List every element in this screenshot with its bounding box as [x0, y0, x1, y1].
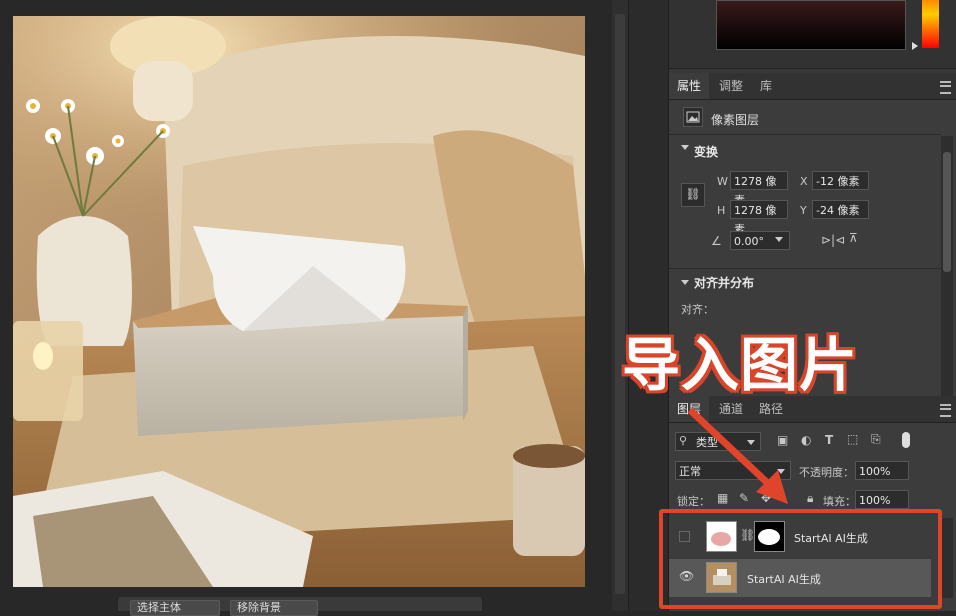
flip-horizontal-icon[interactable]: ⊳|⊲: [821, 233, 845, 247]
layers-scrollbar[interactable]: [941, 518, 953, 598]
angle-dropdown-icon[interactable]: [775, 237, 783, 242]
lock-icon[interactable]: 🔒︎: [807, 491, 813, 506]
panel-menu-icon[interactable]: [940, 81, 951, 94]
annotation-arrow: [687, 407, 788, 504]
fill-field[interactable]: 100%: [855, 490, 909, 509]
remove-background-button[interactable]: 移除背景: [230, 600, 318, 616]
scrollbar-thumb[interactable]: [943, 152, 951, 272]
align-label: 对齐：: [681, 303, 714, 316]
x-field[interactable]: -12 像素: [812, 171, 869, 190]
transform-title: 变换: [694, 145, 719, 159]
opacity-field[interactable]: 100%: [855, 461, 909, 480]
fill-label: 填充：: [823, 495, 856, 508]
link-icon[interactable]: ⛓: [681, 183, 705, 207]
tab-adjustments[interactable]: 调整: [713, 73, 749, 99]
y-label: Y: [800, 204, 807, 217]
filter-shape-icon[interactable]: ⬚: [847, 432, 858, 446]
filter-type-icon[interactable]: T: [825, 433, 833, 447]
chevron-down-icon[interactable]: [681, 145, 689, 150]
h-label: H: [717, 204, 726, 217]
select-subject-button[interactable]: 选择主体: [130, 600, 220, 616]
hue-slider-handle-icon[interactable]: [912, 42, 918, 50]
color-field[interactable]: [716, 0, 906, 50]
contextual-taskbar: 选择主体 移除背景: [118, 597, 482, 616]
color-panel: [669, 0, 956, 69]
hue-slider[interactable]: [922, 0, 939, 48]
canvas-image[interactable]: [13, 16, 585, 587]
annotation-text: 导入图片: [622, 331, 859, 399]
tab-properties[interactable]: 属性: [669, 73, 709, 99]
properties-scrollbar[interactable]: [941, 136, 953, 396]
x-label: X: [800, 175, 808, 188]
tab-libraries[interactable]: 库: [751, 73, 781, 99]
scrollbar-thumb[interactable]: [615, 14, 625, 594]
filter-adjust-icon[interactable]: ◐: [801, 433, 811, 447]
properties-tabs: 属性 调整 库: [669, 73, 956, 100]
divider: [669, 268, 941, 269]
canvas-vertical-scrollbar[interactable]: [612, 0, 628, 611]
height-field[interactable]: 1278 像素: [730, 200, 788, 236]
angle-icon: ∠: [711, 234, 722, 248]
align-title: 对齐并分布: [694, 276, 755, 290]
filter-smart-icon[interactable]: ⎘: [871, 432, 881, 447]
panel-menu-icon[interactable]: [940, 404, 951, 417]
layer-type-label: 像素图层: [711, 113, 760, 127]
annotation-highlight-box: [659, 509, 942, 609]
canvas-area[interactable]: 选择主体 移除背景: [0, 0, 612, 616]
tissue-box-photo: [13, 16, 585, 587]
chevron-down-icon[interactable]: [681, 280, 689, 285]
flip-vertical-icon[interactable]: ⊼: [849, 231, 858, 245]
divider: [669, 134, 941, 135]
image-icon: [683, 107, 703, 127]
filter-toggle-icon[interactable]: [902, 432, 910, 448]
y-field[interactable]: -24 像素: [812, 200, 869, 219]
width-field[interactable]: 1278 像素: [730, 171, 788, 207]
opacity-label: 不透明度：: [799, 466, 854, 479]
w-label: W: [717, 175, 728, 188]
